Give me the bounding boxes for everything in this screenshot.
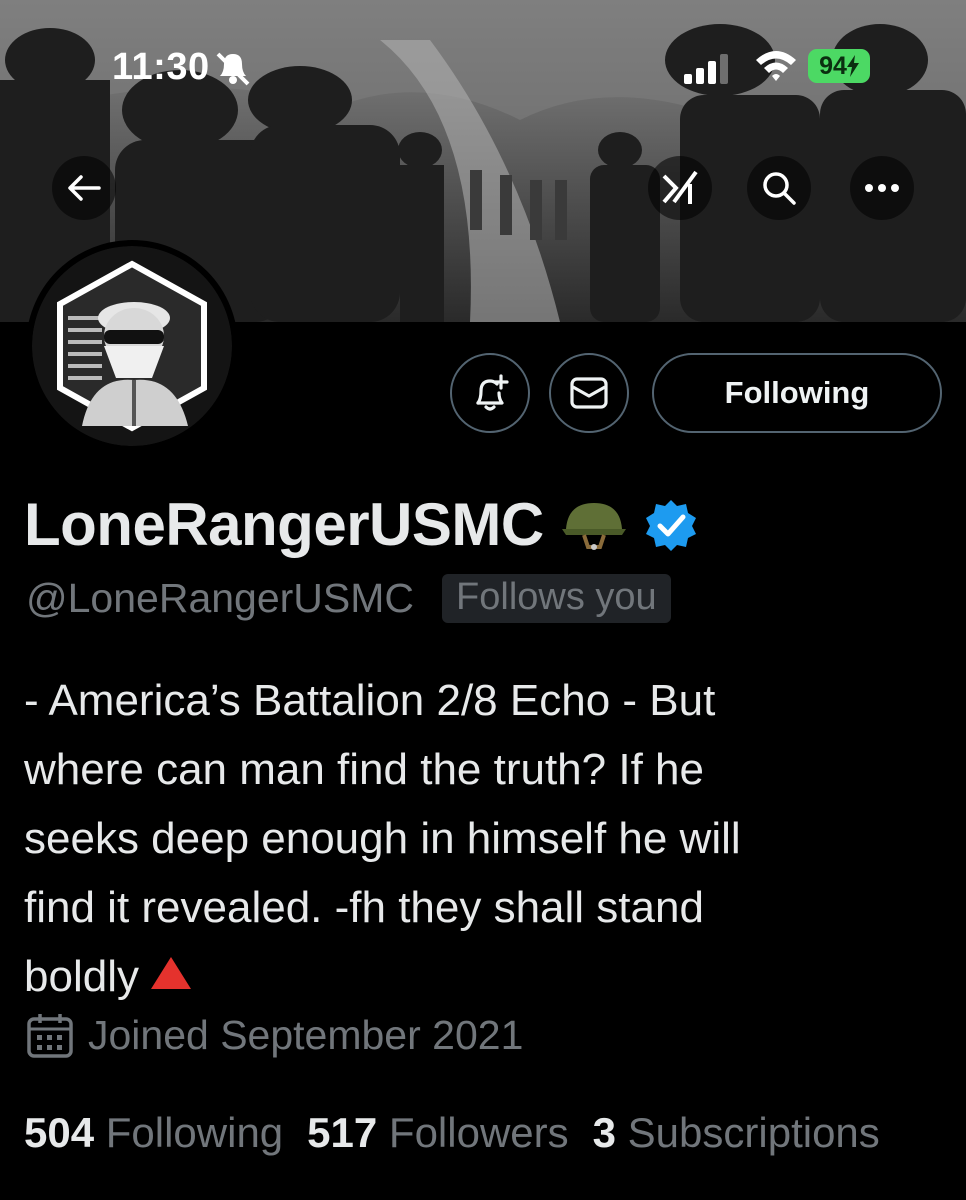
- battery-indicator: 94: [808, 49, 870, 83]
- subscriptions-count: 3: [592, 1109, 616, 1156]
- bio-line: - America’s Battalion 2/8 Echo - But: [24, 676, 716, 725]
- bio-last-line: boldly: [24, 942, 924, 1011]
- user-handle: @LoneRangerUSMC: [26, 575, 415, 621]
- handle-row: @LoneRangerUSMC Follows you: [26, 574, 671, 623]
- verified-badge-icon[interactable]: [644, 498, 698, 552]
- bio-line: where can man find the truth? If he: [24, 745, 704, 794]
- notifications-button[interactable]: [450, 353, 530, 433]
- subscriptions-stat[interactable]: 3 Subscriptions: [593, 1109, 880, 1156]
- following-count: 504: [24, 1109, 95, 1156]
- cell-signal-icon: [684, 54, 728, 84]
- status-time: 11:30: [112, 46, 210, 88]
- envelope-icon: [570, 377, 608, 409]
- more-icon: [865, 184, 899, 192]
- grok-button[interactable]: [648, 156, 712, 220]
- red-triangle-icon: [150, 957, 191, 989]
- joined-date-row: Joined September 2021: [26, 1012, 523, 1059]
- profile-avatar[interactable]: [26, 240, 238, 452]
- subscriptions-stat-label: Subscriptions: [627, 1109, 880, 1156]
- bell-plus-icon: [476, 374, 509, 411]
- bio-line: boldly: [24, 952, 139, 1001]
- silent-bell-icon: [216, 52, 250, 86]
- calendar-icon: [27, 1013, 73, 1058]
- profile-stats: 504 Following 517 Followers 3 Subscription…: [24, 1100, 964, 1166]
- follows-you-badge: Follows you: [442, 574, 671, 623]
- following-stat-label: Following: [105, 1109, 284, 1156]
- followers-count: 517: [307, 1109, 378, 1156]
- bio-line: find it revealed. -fh they shall stand: [24, 883, 704, 932]
- military-helmet-icon: [561, 502, 626, 550]
- charging-bolt-icon: [846, 55, 859, 77]
- search-button[interactable]: [747, 156, 811, 220]
- message-button[interactable]: [549, 353, 629, 433]
- display-name: LoneRangerUSMC: [24, 491, 544, 558]
- grok-icon: [662, 170, 698, 204]
- followers-stat-label: Followers: [388, 1109, 569, 1156]
- joined-date: Joined September 2021: [88, 1012, 524, 1058]
- bio-line: seeks deep enough in himself he will: [24, 814, 741, 863]
- followers-stat[interactable]: 517 Followers: [307, 1109, 568, 1156]
- back-button[interactable]: [52, 156, 116, 220]
- battery-level: 94: [819, 51, 847, 80]
- masked-soldier-avatar-image: [57, 260, 207, 432]
- wifi-icon: [756, 51, 796, 81]
- more-options-button[interactable]: [850, 156, 914, 220]
- search-icon: [763, 172, 796, 205]
- display-name-row: LoneRangerUSMC: [24, 490, 698, 559]
- profile-bio: - America’s Battalion 2/8 Echo - But whe…: [24, 666, 924, 1011]
- following-button[interactable]: Following: [652, 353, 942, 433]
- back-arrow-icon: [68, 175, 101, 201]
- following-stat[interactable]: 504 Following: [24, 1109, 283, 1156]
